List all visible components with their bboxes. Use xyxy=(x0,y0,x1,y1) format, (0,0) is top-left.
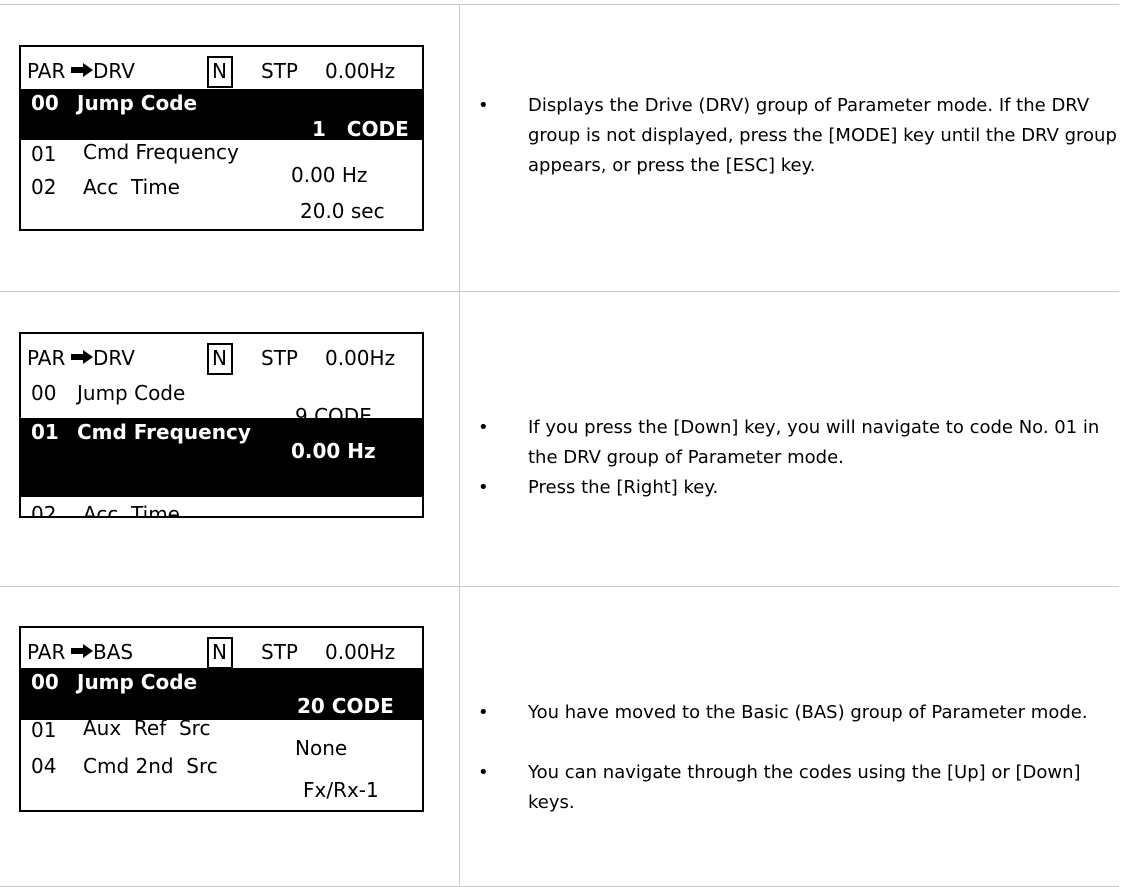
lcd-line-code: 00 xyxy=(31,670,59,694)
lcd-group: BAS xyxy=(93,640,134,664)
lcd-line-code: 01 xyxy=(31,142,57,166)
lcd-status: STP xyxy=(261,59,298,83)
bullet-marker: • xyxy=(478,477,489,498)
lcd-line-name: Jump Code xyxy=(77,381,186,405)
lcd-display: PAR DRV N STP 0.00Hz 00 Jump Code 1 CODE… xyxy=(19,45,424,231)
lcd-frequency: 0.00Hz xyxy=(325,640,396,664)
lcd-line-name: Acc Time xyxy=(83,175,180,199)
lcd-mode: PAR xyxy=(27,346,66,370)
lcd-line-value: 20.0 sec xyxy=(300,199,385,223)
bullet-item: • You can navigate through the codes usi… xyxy=(478,758,1108,818)
lcd-n: N xyxy=(212,640,227,664)
table-row: PAR BAS N STP 0.00Hz 00 Jump Code 20 COD… xyxy=(0,586,1119,886)
lcd-line-code: 02 xyxy=(31,502,57,518)
lcd-line-value: 0.00 Hz xyxy=(291,163,368,187)
bullet-text: Displays the Drive (DRV) group of Parame… xyxy=(528,95,1117,176)
lcd-line-value: Fx/Rx-1 xyxy=(303,778,379,802)
lcd-line-value: None xyxy=(295,736,348,760)
bullet-marker: • xyxy=(478,417,489,438)
step-description: • If you press the [Down] key, you will … xyxy=(478,413,1108,503)
lcd-line-code: 04 xyxy=(31,754,57,778)
bullet-marker: • xyxy=(478,95,489,116)
bullet-item: • You have moved to the Basic (BAS) grou… xyxy=(478,698,1108,758)
lcd-line-name: Jump Code xyxy=(77,91,198,115)
lcd-line-name: Jump Code xyxy=(77,670,198,694)
lcd-group: DRV xyxy=(93,59,135,83)
bullet-marker: • xyxy=(478,702,489,723)
lcd-line-code: 02 xyxy=(31,175,57,199)
right-arrow-icon xyxy=(71,63,93,77)
lcd-line-name: Cmd 2nd Src xyxy=(83,754,218,778)
lcd-line-code: 00 xyxy=(31,91,59,115)
bullet-item: • Press the [Right] key. xyxy=(478,473,1108,503)
lcd-line-value: 20 CODE xyxy=(297,694,394,718)
bullet-item: • If you press the [Down] key, you will … xyxy=(478,413,1108,473)
bullet-text: You can navigate through the codes using… xyxy=(528,762,1081,813)
lcd-frequency: 0.00Hz xyxy=(325,346,396,370)
lcd-display: PAR DRV N STP 0.00Hz 00 Jump Code 9 CODE… xyxy=(19,332,424,518)
right-arrow-icon xyxy=(71,350,93,364)
lcd-line-name: Cmd Frequency xyxy=(83,140,239,164)
bullet-text: If you press the [Down] key, you will na… xyxy=(528,417,1100,468)
lcd-line-code: 01 xyxy=(31,718,57,742)
instruction-table: PAR DRV N STP 0.00Hz 00 Jump Code 1 CODE… xyxy=(0,4,1119,887)
lcd-line-code: 01 xyxy=(31,420,59,444)
right-arrow-icon xyxy=(71,644,93,658)
lcd-display: PAR BAS N STP 0.00Hz 00 Jump Code 20 COD… xyxy=(19,626,424,812)
lcd-mode: PAR xyxy=(27,640,66,664)
lcd-n: N xyxy=(212,346,227,370)
lcd-status: STP xyxy=(261,640,298,664)
bullet-text: You have moved to the Basic (BAS) group … xyxy=(528,702,1088,723)
bullet-marker: • xyxy=(478,762,489,783)
lcd-line-name: Cmd Frequency xyxy=(77,420,251,444)
lcd-mode: PAR xyxy=(27,59,66,83)
lcd-status: STP xyxy=(261,346,298,370)
step-description: • Displays the Drive (DRV) group of Para… xyxy=(478,91,1117,211)
bullet-text: Press the [Right] key. xyxy=(528,477,719,498)
lcd-frequency: 0.00Hz xyxy=(325,59,396,83)
table-row: PAR DRV N STP 0.00Hz 00 Jump Code 9 CODE… xyxy=(0,291,1119,586)
lcd-line-name: Acc Time xyxy=(83,502,180,518)
step-description: • You have moved to the Basic (BAS) grou… xyxy=(478,698,1108,818)
lcd-line-value: 0.00 Hz xyxy=(291,439,376,463)
bullet-item: • Displays the Drive (DRV) group of Para… xyxy=(478,91,1117,211)
table-row: PAR DRV N STP 0.00Hz 00 Jump Code 1 CODE… xyxy=(0,5,1119,291)
lcd-line-name: Aux Ref Src xyxy=(83,716,211,740)
lcd-line-code: 00 xyxy=(31,381,57,405)
lcd-n: N xyxy=(212,59,227,83)
lcd-group: DRV xyxy=(93,346,135,370)
lcd-line-value: 1 CODE xyxy=(312,117,409,141)
